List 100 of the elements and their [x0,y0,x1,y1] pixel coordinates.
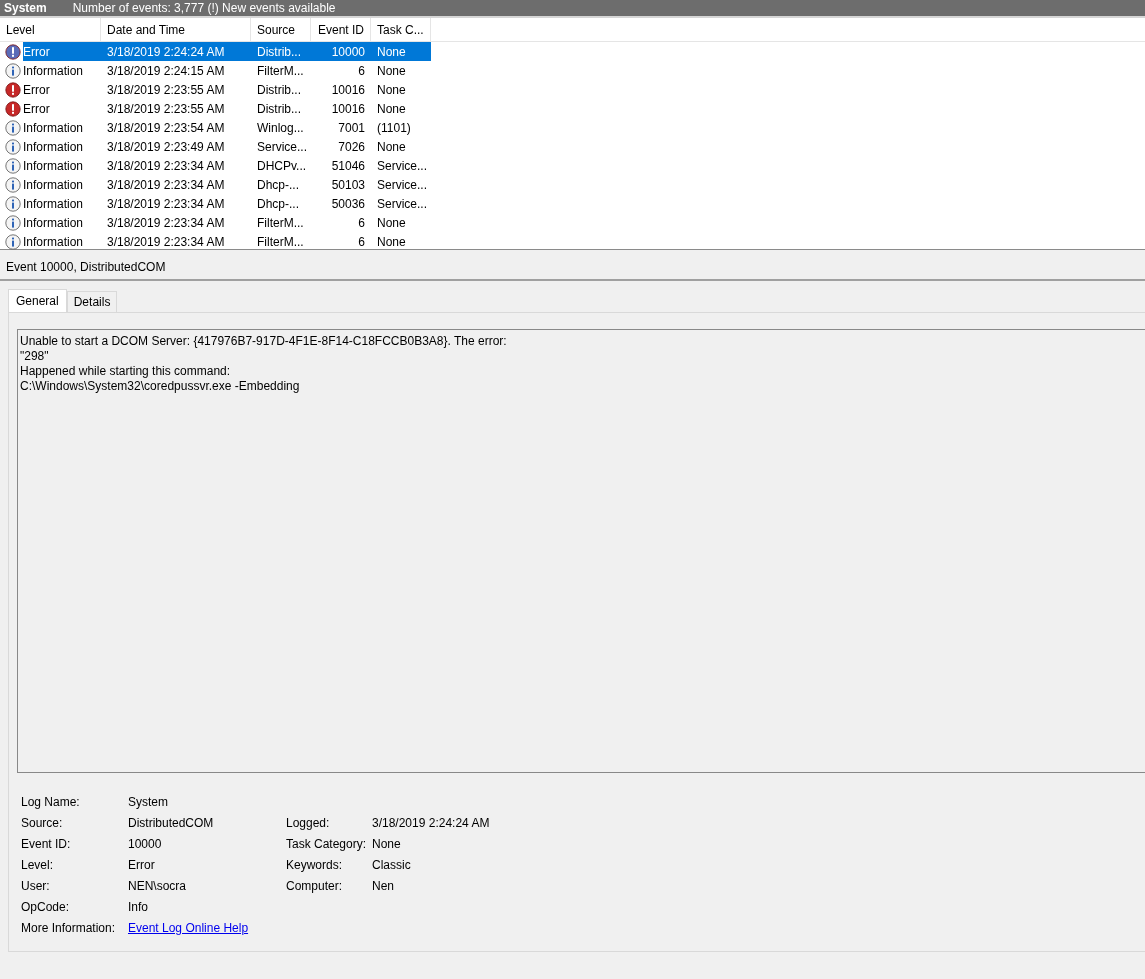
table-cell-text: Information [23,215,85,230]
table-cell-text: Winlog... [256,120,305,135]
table-cell-text: Distrib... [256,82,302,97]
table-cell-text: Error [23,44,51,59]
message-line: Happened while starting this command: [20,364,232,379]
property-value: DistributedCOM [128,815,215,830]
table-cell-text: 7001 [337,120,366,135]
property-label: Level: [21,857,55,872]
event-row[interactable]: Information 3/18/2019 2:24:15 AM FilterM... 6 None [0,61,1145,80]
table-cell-text: 50036 [330,196,366,211]
property-label: Source: [21,815,64,830]
property-label: More Information: [21,920,117,935]
table-cell-text: 3/18/2019 2:24:24 AM [106,44,226,59]
table-cell-text: Information [23,120,85,135]
table-cell-text: 3/18/2019 2:23:34 AM [106,196,226,211]
message-line: C:\Windows\System32\coredpussvr.exe -Embedding [20,379,301,394]
column-header[interactable]: Task C... [371,18,431,41]
table-cell-text: FilterM... [256,63,305,78]
table-cell-text: Distrib... [256,44,302,59]
table-cell-text: None [376,139,407,154]
table-cell-text: None [376,63,407,78]
column-header[interactable]: Date and Time [101,18,251,41]
event-row[interactable]: Information 3/18/2019 2:23:49 AM Service... 7026 None [0,137,1145,156]
table-cell-text: 3/18/2019 2:23:49 AM [106,139,226,154]
table-cell-text: DHCPv... [256,158,308,173]
column-header[interactable]: Level [0,18,101,41]
table-cell-text: 3/18/2019 2:23:54 AM [106,120,226,135]
property-value: None [372,836,402,851]
property-label: Log Name: [21,794,81,809]
table-cell-text: 3/18/2019 2:23:34 AM [106,158,226,173]
table-cell-text: Error [23,101,51,116]
tab[interactable]: Details [66,291,118,312]
table-cell-text: FilterM... [256,234,305,249]
table-cell-text: 10016 [330,101,366,116]
event-row[interactable]: Error 3/18/2019 2:23:55 AM Distrib... 10016 None [0,99,1145,118]
property-value: 3/18/2019 2:24:24 AM [372,815,491,830]
event-row[interactable]: Information 3/18/2019 2:23:34 AM DHCPv... 51046 Service... [0,156,1145,175]
help-link[interactable]: Event Log Online Help [128,920,249,935]
column-header[interactable]: Source [251,18,311,41]
table-cell-text: None [376,44,407,59]
table-cell-text: (1101) [376,120,412,135]
table-cell-text: None [376,82,407,97]
table-cell-text: 7026 [337,139,366,154]
table-cell-text: 3/18/2019 2:23:34 AM [106,215,226,230]
property-value: 10000 [128,836,163,851]
table-cell-text: Service... [256,139,308,154]
property-label: Keywords: [286,857,344,872]
table-cell-text: Information [23,234,85,249]
table-cell-text: Dhcp-... [256,196,300,211]
event-row[interactable]: Information 3/18/2019 2:23:34 AM Dhcp-... 50036 Service... [0,194,1145,213]
table-cell-text: 50103 [330,177,366,192]
table-cell-text: 3/18/2019 2:24:15 AM [106,63,226,78]
property-label: Event ID: [21,836,72,851]
property-value: Classic [372,857,412,872]
event-row[interactable]: Error 3/18/2019 2:24:24 AM Distrib... 10000 None [0,42,1145,61]
event-title: Event 10000, DistributedCOM [0,260,1145,281]
table-cell-text: 10016 [330,82,366,97]
table-cell-text: None [376,215,407,230]
tab[interactable]: General [8,289,67,312]
property-value: Nen [372,878,395,893]
message-line: Unable to start a DCOM Server: {417976B7-917D-4F1E-8F14-C18FCCB0B3A8}. The error: [20,334,508,349]
table-cell-text: Information [23,139,85,154]
column-header[interactable]: Event ID [311,18,371,41]
table-cell-text: Service... [376,158,428,173]
table-cell-text: Error [23,82,51,97]
table-cell-text: Service... [376,196,428,211]
table-cell-text: 6 [357,63,366,78]
event-row[interactable]: Error 3/18/2019 2:23:55 AM Distrib... 10016 None [0,80,1145,99]
property-value: Error [128,857,156,872]
log-name-title: System [4,1,47,15]
property-value: Info [128,899,149,914]
table-cell-text: Service... [376,177,428,192]
table-cell-text: Information [23,158,85,173]
event-count-status: Number of events: 3,777 (!) New events available [72,1,336,15]
property-label: User: [21,878,51,893]
table-cell-text: 3/18/2019 2:23:55 AM [106,101,226,116]
table-cell-text: 10000 [330,44,366,59]
event-row[interactable]: Information 3/18/2019 2:23:34 AM Dhcp-... 50103 Service... [0,175,1145,194]
table-cell-text: 3/18/2019 2:23:34 AM [106,234,226,249]
table-cell-text: Information [23,196,85,211]
table-cell-text: None [376,101,407,116]
table-cell-text: 6 [357,234,366,249]
property-label: OpCode: [21,899,71,914]
table-cell-text: Information [23,177,85,192]
table-cell-text: Distrib... [256,101,302,116]
table-cell-text: Dhcp-... [256,177,300,192]
property-value: System [128,794,169,809]
property-label: Logged: [286,815,331,830]
table-cell-text: Information [23,63,85,78]
message-line: "298" [20,349,50,364]
event-row[interactable]: Information 3/18/2019 2:23:34 AM FilterM... 6 None [0,213,1145,232]
table-cell-text: None [376,234,407,249]
event-row[interactable]: Information 3/18/2019 2:23:34 AM FilterM... 6 None [0,232,1145,251]
table-cell-text: 6 [357,215,366,230]
table-cell-text: 51046 [330,158,366,173]
property-value: NEN\socra [128,878,187,893]
table-cell-text: 3/18/2019 2:23:55 AM [106,82,226,97]
event-row[interactable]: Information 3/18/2019 2:23:54 AM Winlog... 7001 (1101) [0,118,1145,137]
table-cell-text: 3/18/2019 2:23:34 AM [106,177,226,192]
property-label: Computer: [286,878,344,893]
